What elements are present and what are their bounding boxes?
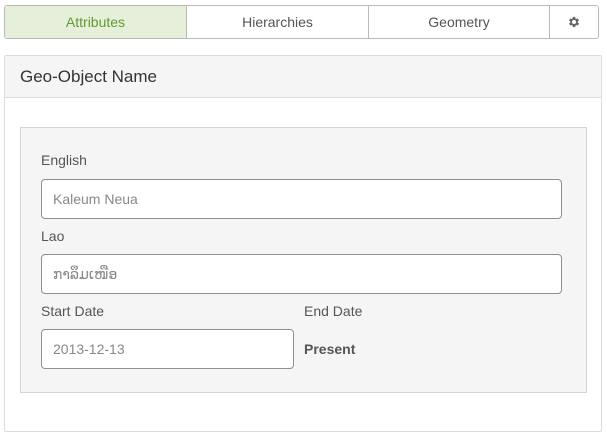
start-date-field[interactable]: 2013-12-13: [41, 329, 294, 369]
start-date-label: Start Date: [41, 303, 105, 319]
english-name-field[interactable]: Kaleum Neua: [41, 179, 562, 219]
name-fieldset: English Kaleum Neua Lao ກາລຶມເໜືອ Start …: [20, 127, 587, 393]
lao-label: Lao: [41, 228, 65, 244]
end-date-label: End Date: [304, 303, 363, 319]
tab-bar: Attributes Hierarchies Geometry: [4, 5, 599, 39]
tab-hierarchies[interactable]: Hierarchies: [187, 6, 369, 38]
settings-button[interactable]: [550, 6, 598, 38]
tab-geometry[interactable]: Geometry: [369, 6, 550, 38]
gear-icon: [567, 15, 581, 29]
lao-name-field[interactable]: ກາລຶມເໜືອ: [41, 254, 562, 294]
tab-attributes[interactable]: Attributes: [5, 6, 187, 38]
end-date-value: Present: [304, 341, 356, 357]
english-label: English: [41, 152, 87, 168]
geo-object-name-panel: Geo-Object Name English Kaleum Neua Lao …: [4, 55, 602, 432]
panel-title: Geo-Object Name: [5, 56, 601, 98]
